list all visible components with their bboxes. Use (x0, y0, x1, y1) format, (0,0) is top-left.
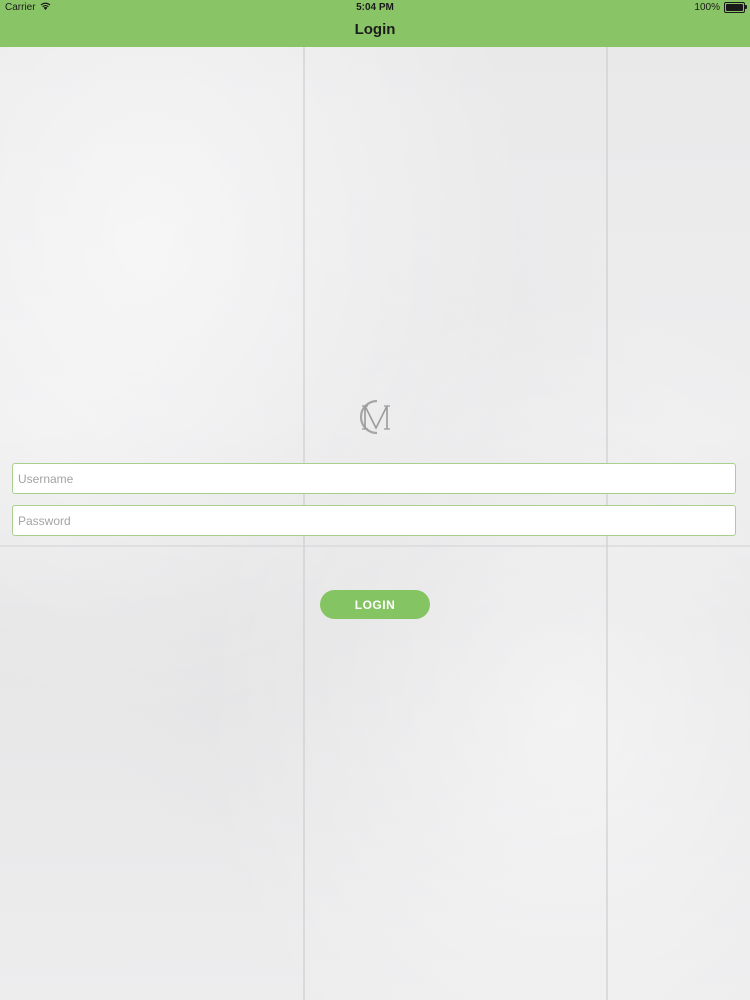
nav-title: Login (354, 21, 396, 38)
username-field[interactable] (12, 463, 736, 494)
status-bar: Carrier 5:04 PM 100% (0, 0, 750, 16)
battery-percent: 100% (694, 2, 720, 13)
battery-fill (726, 4, 743, 11)
status-time: 5:04 PM (356, 2, 394, 13)
battery-icon (724, 2, 747, 13)
status-right: 100% (694, 2, 747, 13)
background-seam (0, 545, 750, 547)
navigation-bar: Login (0, 16, 750, 47)
username-input[interactable] (13, 464, 735, 493)
password-input[interactable] (13, 506, 735, 535)
password-field[interactable] (12, 505, 736, 536)
monogram-logo (357, 398, 395, 436)
login-button[interactable]: LOGIN (320, 590, 430, 619)
login-screen: Carrier 5:04 PM 100% Login Username LOGI… (0, 0, 750, 1000)
